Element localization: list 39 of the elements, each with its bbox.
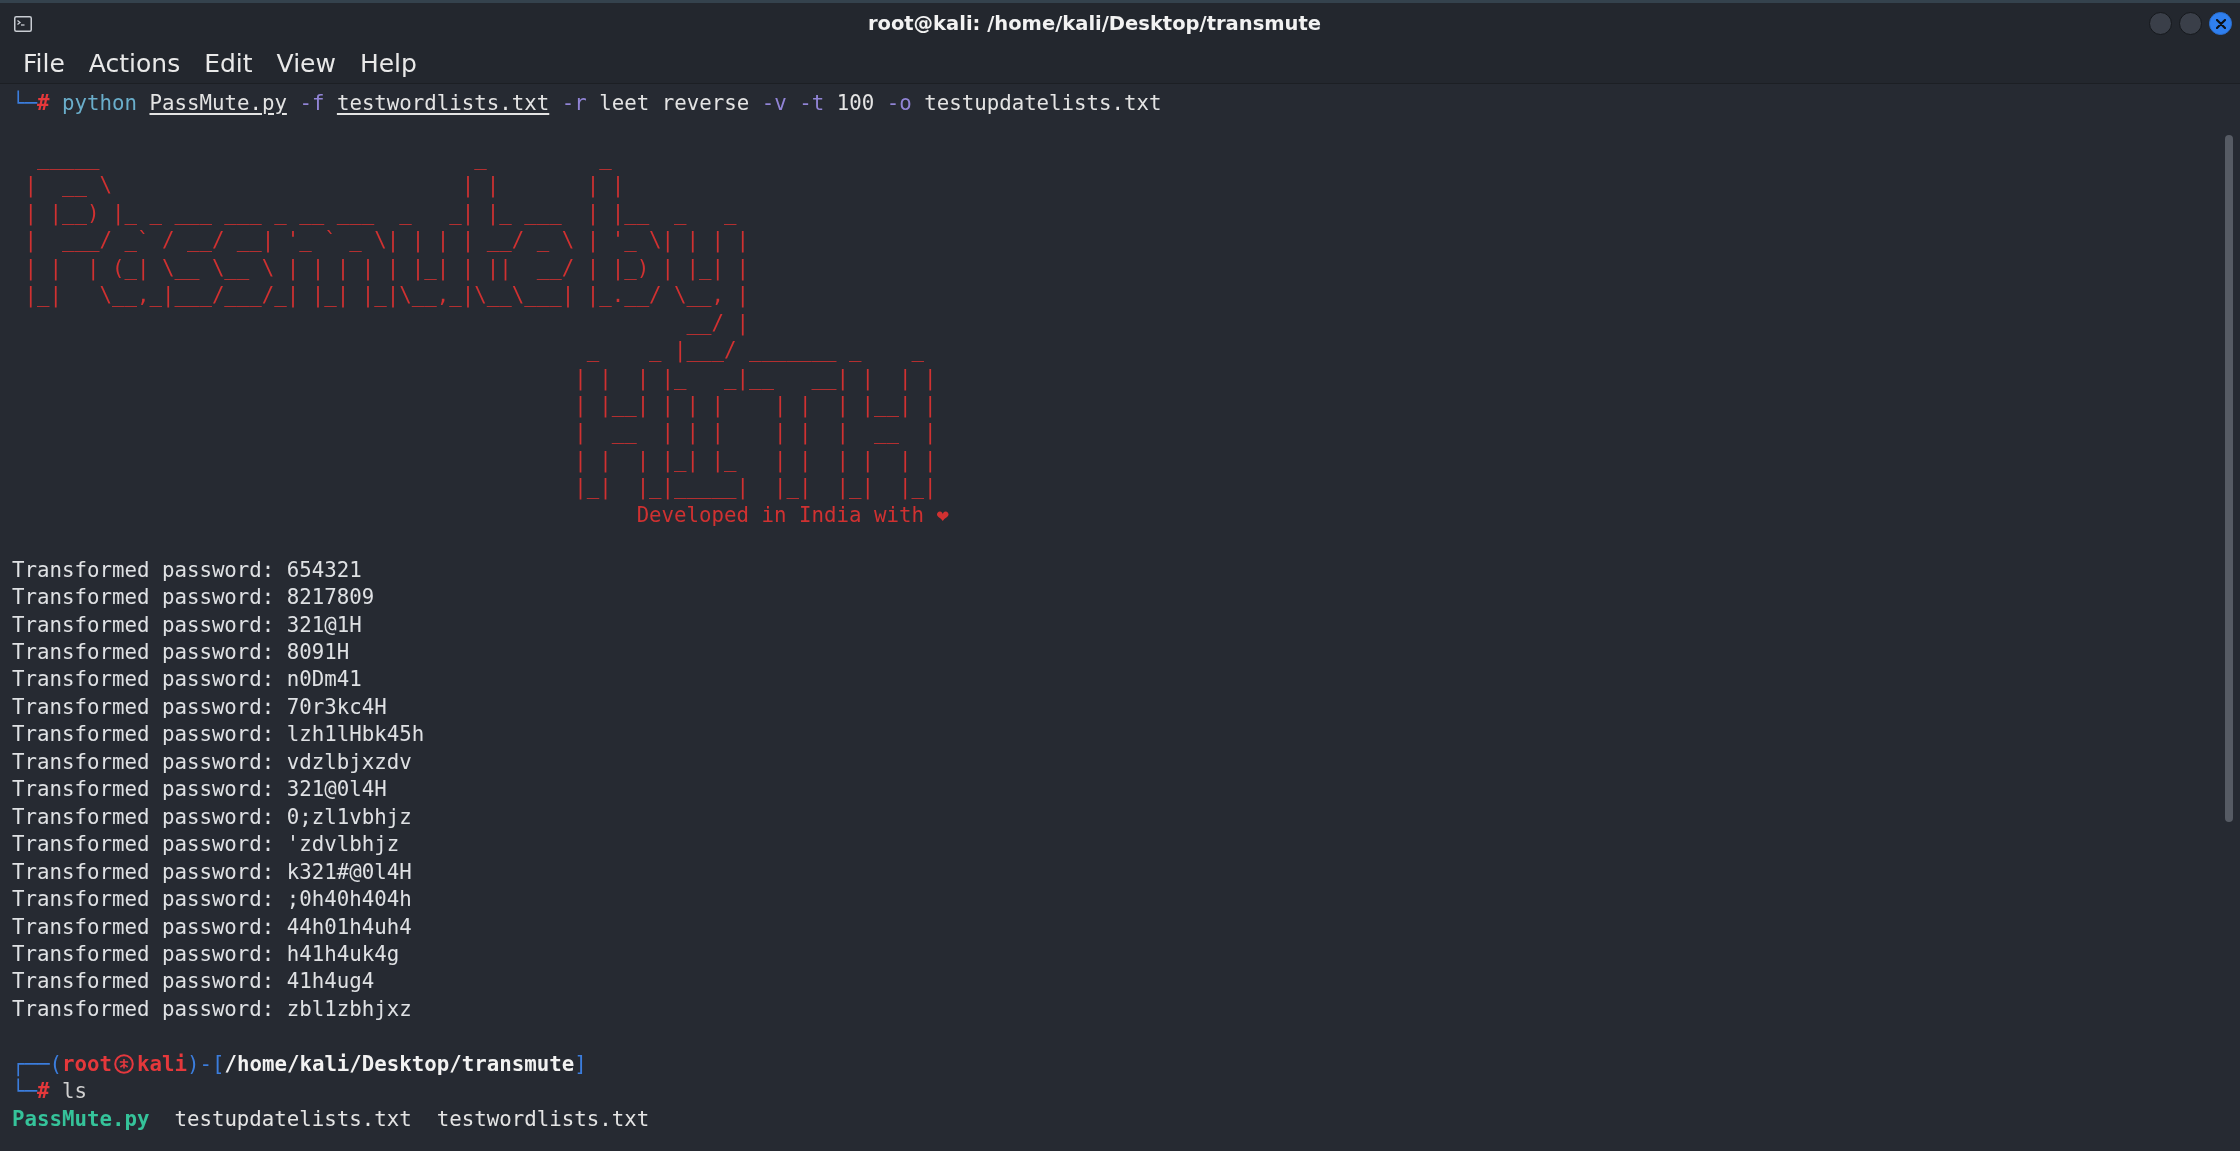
menu-item[interactable]: Edit [192,47,265,80]
terminal-icon [14,15,32,32]
command-line: └─# python PassMute.py -f testwordlists.txt -r leet reverse -v -t 100 -o testupdatelists.txt [12,90,1162,117]
output-line: Transformed password: 8091H [12,639,350,667]
output-line: Transformed password: 321@0l4H [12,776,387,804]
menu-item[interactable]: View [264,47,348,80]
output-line: Transformed password: vdzlbjxzdv [12,748,412,776]
output-line: Transformed password: n0Dm41 [12,666,362,694]
output-line: Transformed password: 8217809 [12,584,375,612]
maximize-button[interactable] [2179,12,2202,35]
close-icon [2215,18,2226,29]
output-line: Transformed password: 321@1H [12,611,362,639]
output-line: Transformed password: 'zdvlbhjz [12,831,400,859]
ascii-art-title: _____ _ _ | __ \ | | | | | |__) |_ _ ___ ___ _ __ ___ _ _| |_ ___ | |__ _ _ | ___/ _` / __/ __| '_ ` _ \| | | | __/ _ \ | '_ \| | | | | | | (_| \__ \__ \ | | | | | |_| | || __/ | |_) | |_| | |_| \__,_|___/___/_| |_| |_|\__,_|\__\___| |_.__/ \__, | __/ | _ _ |___/ _______ _ _ | | | |_ _|__ __| | | | | |__| | | | | | | |__| | | __ | | | | | | __ | | | | |_| |_ | | | | | | |_| |_|_____| |_| |_| |_| [23,144,937,502]
prompt-host-path: kali)-[/home/kali/Desktop/transmute] [136,1051,587,1076]
close-button[interactable] [2209,12,2232,35]
file-name: PassMute.py [12,1106,150,1131]
file-name: testupdatelists.txt [174,1106,412,1131]
credit-text: Developed in India with ❤ [636,501,949,529]
menu-item[interactable]: Help [347,47,429,80]
output-line: Transformed password: zbl1zbhjxz [12,995,412,1023]
output-line: Transformed password: 0;zl1vbhjz [12,803,412,831]
window-title: root@kali: /home/kali/Desktop/transmute [867,12,1321,35]
circle-symbol-icon [114,1053,135,1074]
output-line: Transformed password: lzh1lHbk45h [12,721,425,749]
scrollbar-thumb[interactable] [2225,135,2233,822]
output-line: Transformed password: k321#@0l4H [12,858,412,886]
output-line: Transformed password: h41h4uk4g [12,941,400,968]
command-line: └─# ls [12,1078,87,1106]
menu-item[interactable]: Actions [76,47,193,80]
file-name: testwordlists.txt [436,1106,650,1131]
menu-item[interactable]: File [11,47,77,80]
minimize-button[interactable] [2149,12,2172,35]
output-line: Transformed password: 41h4ug4 [12,968,375,996]
output-line: Transformed password: ;0h40h404h [12,886,412,914]
prompt-user: ┌──(root [12,1051,112,1076]
output-line: Transformed password: 654321 [12,556,362,584]
output-line: Transformed password: 44h01h4uh4 [12,913,412,941]
output-line: Transformed password: 70r3kc4H [12,693,387,721]
